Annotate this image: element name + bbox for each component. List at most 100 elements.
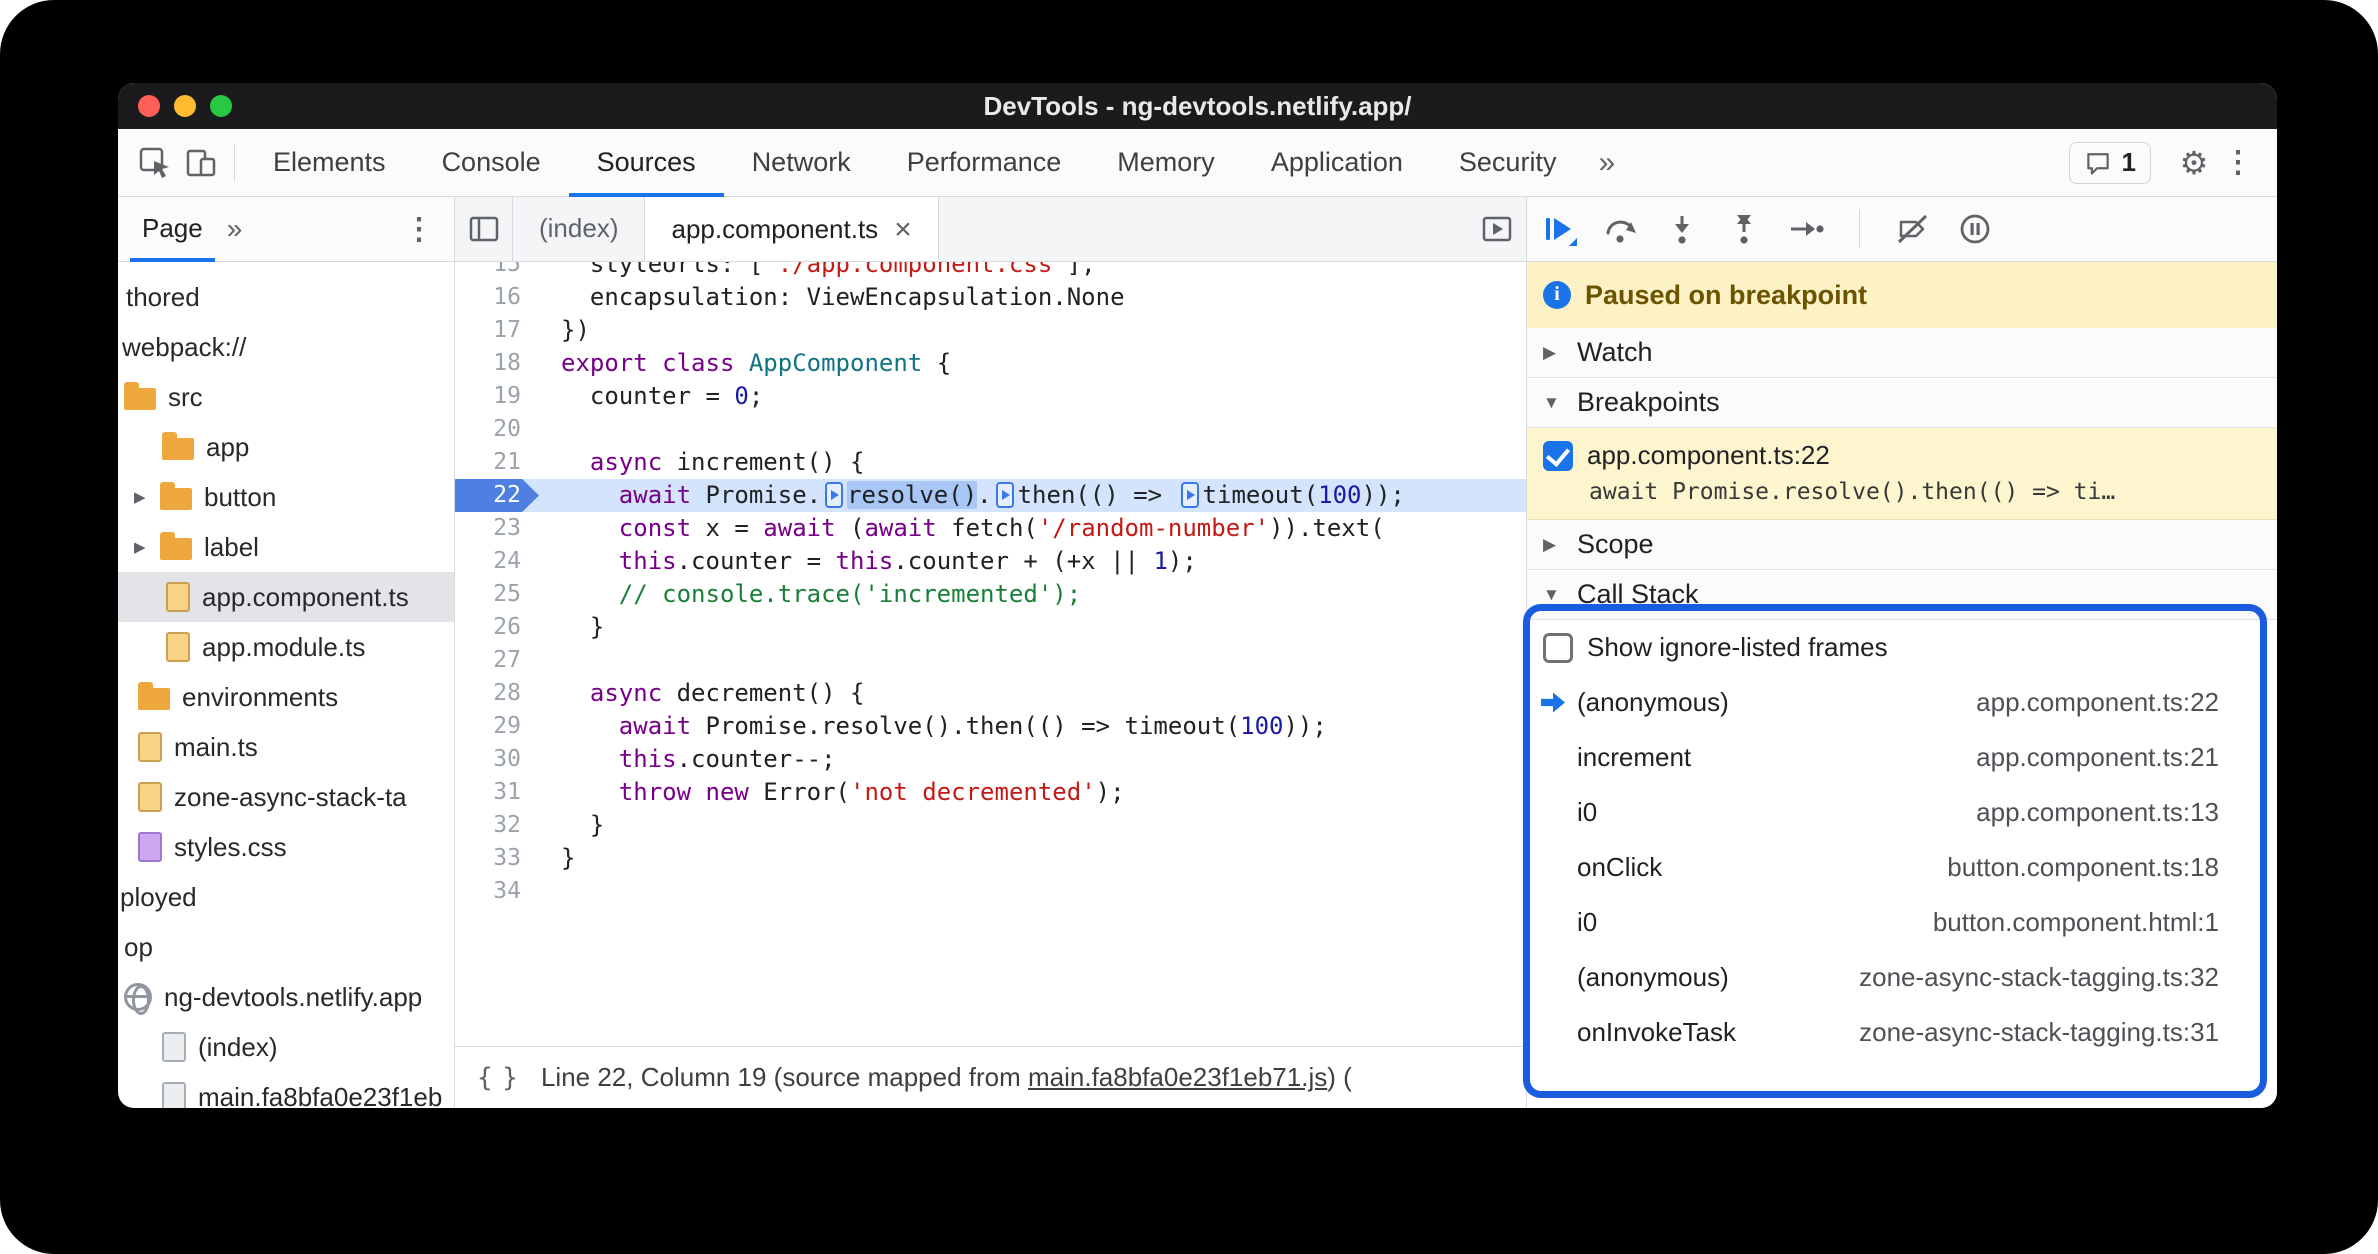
line-number[interactable]: 30 xyxy=(455,743,539,776)
tab-elements[interactable]: Elements xyxy=(245,129,414,197)
step-into-marker-icon[interactable] xyxy=(995,482,1014,508)
resume-script-icon[interactable] xyxy=(1539,210,1577,248)
line-number[interactable]: 17 xyxy=(455,314,539,347)
tree-item-zone-async-stack-ta[interactable]: zone-async-stack-ta xyxy=(118,772,454,822)
line-number[interactable]: 26 xyxy=(455,611,539,644)
toggle-debugger-sidebar-icon[interactable] xyxy=(1468,197,1526,261)
callstack-frame[interactable]: i0 button.component.html:1 xyxy=(1527,895,2277,950)
line-number[interactable]: 21 xyxy=(455,446,539,479)
callstack-frame[interactable]: onInvokeTask zone-async-stack-tagging.ts:… xyxy=(1527,1005,2277,1060)
debugger-sidebar: Paused on breakpoint ▶ Watch ▼ Breakpoin… xyxy=(1527,197,2277,1108)
chevron-right-icon[interactable]: ▶ xyxy=(1543,343,1565,363)
tab-application[interactable]: Application xyxy=(1243,129,1431,197)
line-number[interactable]: 23 xyxy=(455,512,539,545)
tree-item-ployed[interactable]: ployed xyxy=(118,872,454,922)
line-number[interactable]: 16 xyxy=(455,281,539,314)
chevron-right-icon[interactable]: ▶ xyxy=(1543,535,1565,555)
chevron-down-icon[interactable]: ▼ xyxy=(1543,585,1565,605)
step-out-icon[interactable] xyxy=(1725,210,1763,248)
deactivate-breakpoints-icon[interactable] xyxy=(1894,210,1932,248)
more-panels-icon[interactable]: » xyxy=(1584,146,1629,180)
line-number[interactable]: 33 xyxy=(455,842,539,875)
line-number[interactable]: 20 xyxy=(455,413,539,446)
tab-security[interactable]: Security xyxy=(1431,129,1585,197)
source-code-viewer[interactable]: 15 styleUrls: ['./app.component.css'], 16… xyxy=(455,262,1526,1046)
chevron-down-icon[interactable]: ▼ xyxy=(1543,393,1565,413)
tree-item-label: app xyxy=(206,431,250,462)
tab-memory[interactable]: Memory xyxy=(1089,129,1243,197)
tab-performance[interactable]: Performance xyxy=(879,129,1090,197)
line-number[interactable]: 25 xyxy=(455,578,539,611)
navigator-kebab-icon[interactable]: ⋮ xyxy=(398,212,440,247)
source-map-link[interactable]: main.fa8bfa0e23f1eb71.js xyxy=(1028,1062,1327,1092)
step-over-icon[interactable] xyxy=(1601,210,1639,248)
close-tab-icon[interactable]: × xyxy=(894,198,912,261)
globe-icon xyxy=(124,983,152,1015)
callstack-frame[interactable]: (anonymous) zone-async-stack-tagging.ts:3… xyxy=(1527,950,2277,1005)
editor-tab-index[interactable]: (index) xyxy=(513,197,646,261)
navigator-more-tabs-icon[interactable]: » xyxy=(227,213,243,245)
line-number[interactable]: 28 xyxy=(455,677,539,710)
tree-item-button[interactable]: ▶ button xyxy=(118,472,454,522)
section-watch[interactable]: ▶ Watch xyxy=(1527,328,2277,378)
inspect-element-icon[interactable] xyxy=(132,140,178,186)
tab-network[interactable]: Network xyxy=(724,129,879,197)
tree-item-app[interactable]: app xyxy=(118,422,454,472)
expand-arrow-icon[interactable]: ▶ xyxy=(134,538,160,556)
tree-item-webpack-[interactable]: webpack:// xyxy=(118,322,454,372)
tree-item-app-component-ts[interactable]: app.component.ts xyxy=(118,572,454,622)
expand-arrow-icon[interactable]: ▶ xyxy=(134,488,160,506)
editor-tab-app-component[interactable]: app.component.ts × xyxy=(645,197,939,261)
issues-button[interactable]: 1 xyxy=(2068,141,2151,184)
tree-item-environments[interactable]: environments xyxy=(118,672,454,722)
line-number[interactable]: 27 xyxy=(455,644,539,677)
device-toolbar-icon[interactable] xyxy=(178,140,224,186)
line-number[interactable]: 19 xyxy=(455,380,539,413)
window-titlebar: DevTools - ng-devtools.netlify.app/ xyxy=(118,83,2277,129)
line-number[interactable]: 15 xyxy=(455,262,539,281)
breakpoint-entry[interactable]: app.component.ts:22 await Promise.resolv… xyxy=(1527,428,2277,520)
line-number[interactable]: 24 xyxy=(455,545,539,578)
section-breakpoints[interactable]: ▼ Breakpoints xyxy=(1527,378,2277,428)
line-number[interactable]: 31 xyxy=(455,776,539,809)
step-into-marker-icon[interactable] xyxy=(1180,482,1199,508)
line-number[interactable]: 32 xyxy=(455,809,539,842)
tab-sources[interactable]: Sources xyxy=(568,129,724,197)
tree-item-op[interactable]: op xyxy=(118,922,454,972)
tree-item-src[interactable]: src xyxy=(118,372,454,422)
main-menu-kebab-icon[interactable]: ⋮ xyxy=(2217,145,2259,180)
section-call-stack[interactable]: ▼ Call Stack xyxy=(1527,570,2277,620)
code-line-33: 33} xyxy=(455,842,1526,875)
callstack-frame[interactable]: onClick button.component.ts:18 xyxy=(1527,840,2277,895)
tree-item-styles-css[interactable]: styles.css xyxy=(118,822,454,872)
pause-on-exceptions-icon[interactable] xyxy=(1956,210,1994,248)
tree-item-main-fa8bfa0e23f1eb[interactable]: main.fa8bfa0e23f1eb xyxy=(118,1072,454,1108)
line-number[interactable]: 18 xyxy=(455,347,539,380)
file-tree: thored webpack:// src app ▶ button ▶ label app.c… xyxy=(118,262,454,1108)
section-scope[interactable]: ▶ Scope xyxy=(1527,520,2277,570)
ignore-listed-checkbox[interactable] xyxy=(1543,632,1573,663)
tree-item-ng-devtools-netlify-app[interactable]: ng-devtools.netlify.app xyxy=(118,972,454,1022)
step-into-marker-icon[interactable] xyxy=(825,482,844,508)
callstack-frame[interactable]: i0 app.component.ts:13 xyxy=(1527,785,2277,840)
pretty-print-icon[interactable]: { } xyxy=(477,1063,518,1093)
tree-item-label: app.module.ts xyxy=(202,631,366,662)
callstack-frame[interactable]: (anonymous) app.component.ts:22 xyxy=(1527,675,2277,730)
step-into-icon[interactable] xyxy=(1663,210,1701,248)
tree-item-app-module-ts[interactable]: app.module.ts xyxy=(118,622,454,672)
breakpoint-checkbox[interactable] xyxy=(1543,440,1573,471)
tab-console[interactable]: Console xyxy=(414,129,569,197)
tree-item-thored[interactable]: thored xyxy=(118,272,454,322)
tree-item-label[interactable]: ▶ label xyxy=(118,522,454,572)
line-number[interactable]: 29 xyxy=(455,710,539,743)
settings-gear-icon[interactable]: ⚙ xyxy=(2171,140,2217,186)
callstack-frame[interactable]: increment app.component.ts:21 xyxy=(1527,730,2277,785)
breakpoint-marker[interactable]: 22 xyxy=(455,479,539,512)
debugger-toolbar xyxy=(1527,197,2277,262)
line-number[interactable]: 34 xyxy=(455,875,539,908)
tree-item-main-ts[interactable]: main.ts xyxy=(118,722,454,772)
tree-item--index-[interactable]: (index) xyxy=(118,1022,454,1072)
toggle-navigator-icon[interactable] xyxy=(455,197,513,261)
navigator-tab-page[interactable]: Page xyxy=(126,197,219,262)
step-icon[interactable] xyxy=(1787,210,1825,248)
